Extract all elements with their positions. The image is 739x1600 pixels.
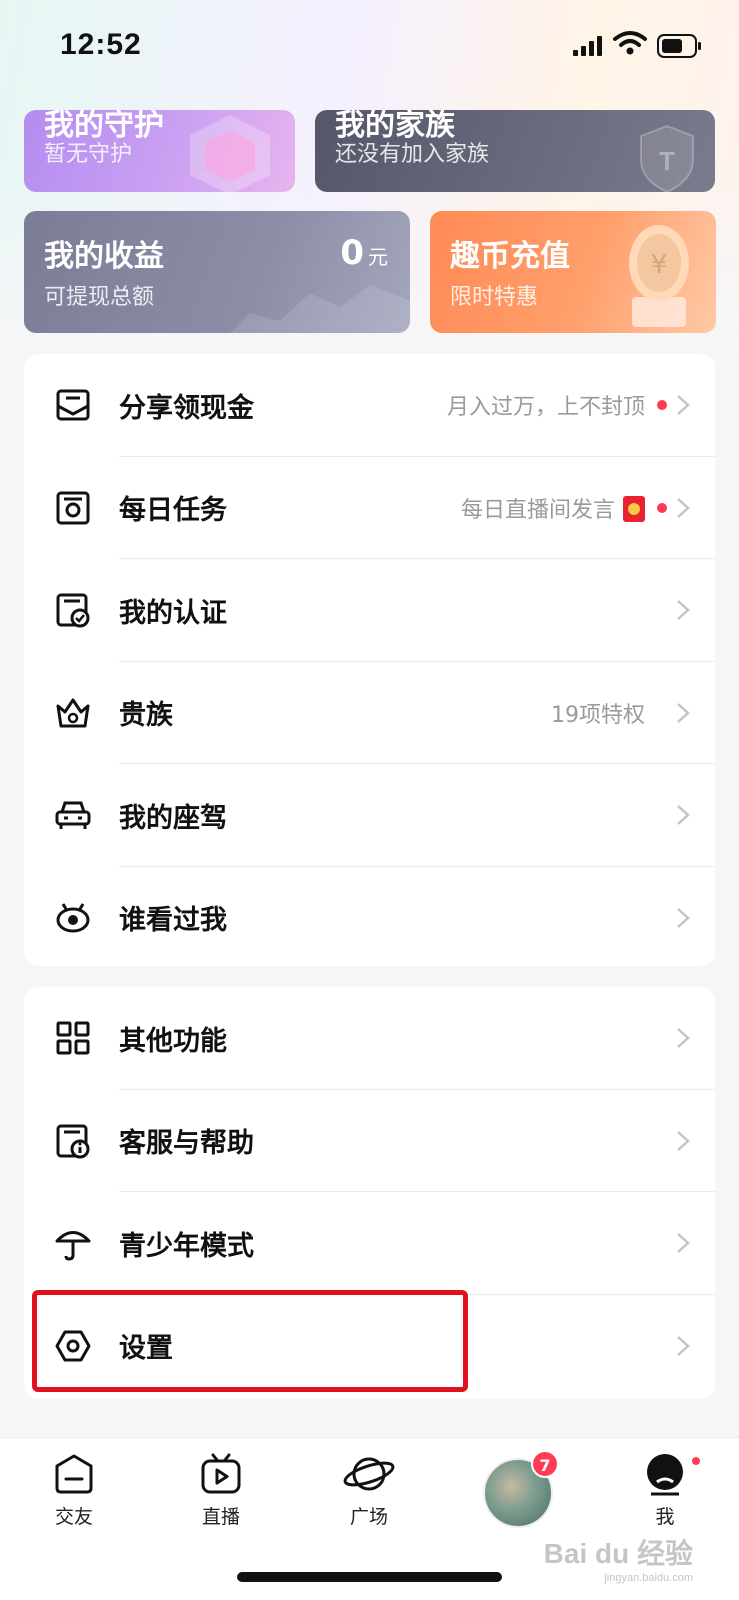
tab-friends[interactable]: 交友 [14,1452,134,1529]
menu-item-nobility[interactable]: 贵族 19项特权 [24,662,715,764]
eye-icon [56,902,90,933]
menu-group-main: 分享领现金 月入过万，上不封顶 每日任务 每日直播间发言 我的认证 贵族 19项… [24,354,715,966]
tab-avatar[interactable]: 7 [483,1450,559,1528]
guard-decoration-icon [190,115,270,192]
menu-item-label: 客服与帮助 [119,1128,254,1160]
status-time: 12:52 [60,28,142,61]
menu-item-label: 谁看过我 [119,905,227,937]
live-icon [201,1453,241,1494]
help-icon [56,1124,90,1159]
chevron-right-icon [677,702,690,723]
income-card[interactable]: 我的收益 可提现总额 0元 [24,211,410,333]
daily-task-icon [56,491,90,525]
menu-item-label: 我的座驾 [119,802,227,834]
notification-dot [657,502,667,513]
family-card[interactable]: 我的家族 还没有加入家族 T [315,110,715,192]
chevron-right-icon [677,805,690,826]
menu-item-hint: 19项特权 [551,702,645,728]
notification-dot [657,400,667,411]
menu-item-hint: 每日直播间发言 [461,492,645,524]
menu-item-label: 青少年模式 [119,1230,254,1262]
svg-text:¥: ¥ [651,250,668,280]
recharge-subtitle: 限时特惠 [450,285,539,310]
chevron-right-icon [677,600,690,621]
menu-item-label: 其他功能 [119,1025,227,1057]
tab-label: 广场 [349,1506,388,1528]
chevron-right-icon [677,1335,690,1356]
menu-item-label: 每日任务 [119,495,227,527]
menu-item-other-features[interactable]: 其他功能 [24,987,715,1090]
income-value: 0元 [340,233,388,273]
chevron-right-icon [677,497,690,518]
chevron-right-icon [677,1028,690,1049]
signal-icon [573,36,602,56]
tab-label: 直播 [201,1506,240,1528]
status-bar: 12:52 [0,0,739,110]
tab-label: 我 [655,1506,675,1528]
svg-text:T: T [659,146,675,176]
wifi-icon [613,31,647,55]
me-icon [647,1454,683,1496]
guard-card[interactable]: 我的守护 暂无守护 [24,110,295,192]
home-indicator[interactable] [237,1572,502,1582]
chevron-right-icon [677,1233,690,1254]
me-notification-dot [690,1455,702,1467]
chevron-right-icon [677,395,690,416]
chevron-right-icon [677,907,690,928]
tab-me[interactable]: 我 [605,1452,725,1529]
menu-item-label: 贵族 [119,700,173,732]
car-icon [55,801,91,830]
coin-icon: ¥ [629,225,689,327]
recharge-title: 趣币充值 [450,239,570,274]
menu-item-help[interactable]: 客服与帮助 [24,1090,715,1192]
settings-highlight-box [32,1290,468,1392]
menu-item-share-cash[interactable]: 分享领现金 月入过万，上不封顶 [24,354,715,457]
chevron-right-icon [677,1130,690,1151]
menu-item-daily-task[interactable]: 每日任务 每日直播间发言 [24,457,715,559]
family-shield-icon: T [640,124,694,192]
tab-square[interactable]: 广场 [309,1452,429,1529]
family-subtitle: 还没有加入家族 [335,142,490,167]
menu-item-label: 分享领现金 [119,392,254,424]
umbrella-icon [55,1231,91,1261]
menu-item-teen-mode[interactable]: 青少年模式 [24,1192,715,1295]
income-title: 我的收益 [44,239,164,274]
grid-icon [56,1021,90,1055]
income-subtitle: 可提现总额 [44,285,155,310]
menu-item-my-car[interactable]: 我的座驾 [24,764,715,867]
friends-icon [55,1454,93,1494]
recharge-card[interactable]: 趣币充值 限时特惠 ¥ [430,211,716,333]
guard-subtitle: 暂无守护 [44,142,133,167]
menu-item-certification[interactable]: 我的认证 [24,559,715,662]
menu-item-visitors[interactable]: 谁看过我 [24,867,715,970]
tab-label: 交友 [54,1506,93,1528]
certification-icon [56,593,90,628]
crown-icon [56,698,90,728]
red-envelope-icon [623,495,645,522]
share-cash-icon [56,389,90,421]
tab-live[interactable]: 直播 [161,1452,281,1529]
message-badge: 7 [531,1450,559,1478]
planet-icon [343,1457,395,1491]
menu-item-hint: 月入过万，上不封顶 [446,395,645,421]
menu-item-label: 我的认证 [119,597,227,629]
watermark: Bai du 经验 jingyan.baidu.com [543,1538,693,1584]
battery-icon [657,34,701,58]
income-wave-decoration [230,285,410,333]
